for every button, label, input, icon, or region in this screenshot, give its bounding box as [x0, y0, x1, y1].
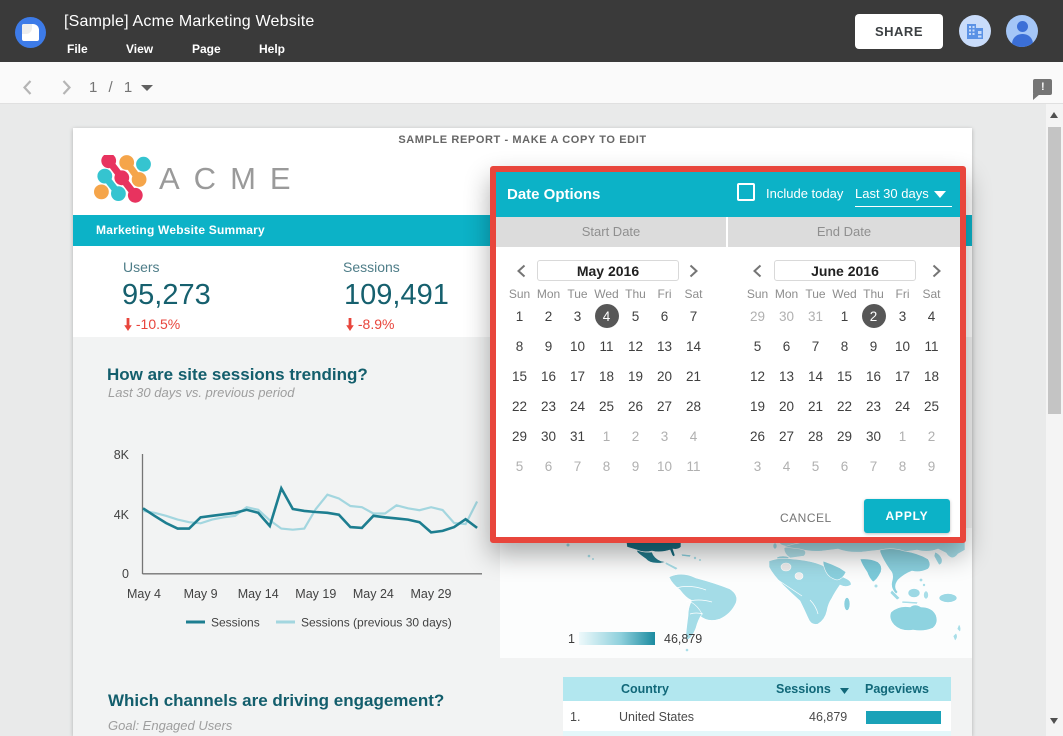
svg-text:May 4: May 4 — [127, 587, 161, 601]
svg-text:Sessions: Sessions — [211, 616, 260, 630]
svg-text:0: 0 — [122, 567, 129, 581]
svg-text:May 14: May 14 — [238, 587, 279, 601]
svg-text:Sessions (previous 30 days): Sessions (previous 30 days) — [301, 616, 452, 630]
svg-text:8K: 8K — [114, 448, 130, 462]
svg-text:May 19: May 19 — [295, 587, 336, 601]
svg-text:May 24: May 24 — [353, 587, 394, 601]
svg-text:May 9: May 9 — [184, 587, 218, 601]
svg-text:May 29: May 29 — [411, 587, 452, 601]
svg-text:4K: 4K — [114, 508, 130, 522]
